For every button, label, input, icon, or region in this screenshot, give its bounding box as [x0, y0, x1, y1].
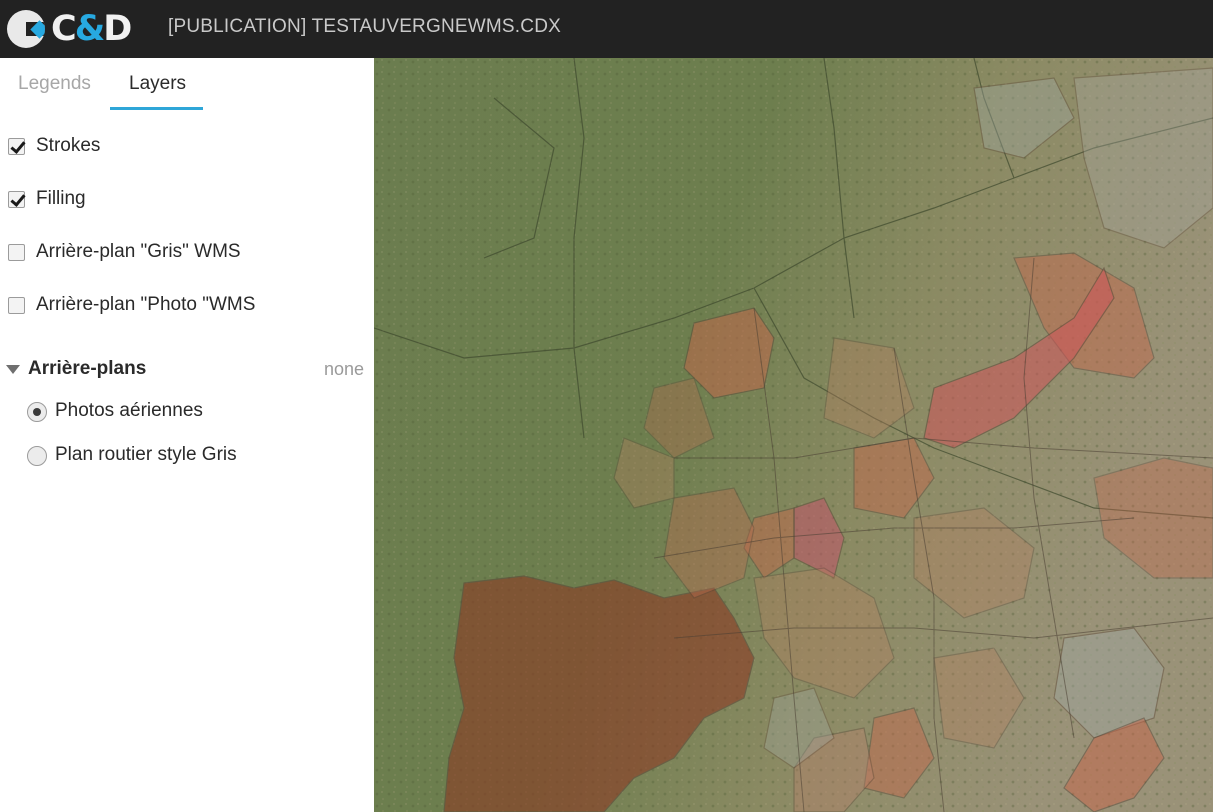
background-option-photos[interactable]: Photos aériennes — [0, 398, 374, 428]
panel-tabs: Legends Layers — [0, 58, 374, 112]
map-canvas[interactable] — [374, 58, 1213, 812]
layer-row-gris-wms[interactable]: Arrière-plan "Gris" WMS — [0, 239, 374, 269]
logo-disc-icon — [7, 10, 45, 48]
tab-layers[interactable]: Layers — [129, 73, 186, 95]
backgrounds-group-value: none — [323, 359, 364, 379]
backgrounds-group-label: Arrière-plans — [28, 358, 147, 379]
filling-checkbox[interactable] — [8, 191, 25, 208]
active-tab-indicator — [110, 107, 203, 110]
publication-title: [PUBLICATION] TESTAUVERGNEWMS.CDX — [168, 16, 561, 37]
backgrounds-group-header[interactable]: Arrière-plans none — [0, 356, 374, 384]
gris-wms-checkbox[interactable] — [8, 244, 25, 261]
background-option-label: Plan routier style Gris — [55, 444, 237, 465]
gris-radio[interactable] — [27, 446, 47, 466]
layer-row-strokes[interactable]: Strokes — [0, 133, 374, 163]
layer-row-photo-wms[interactable]: Arrière-plan "Photo "WMS — [0, 292, 374, 322]
layer-label: Strokes — [36, 135, 101, 156]
layer-label: Arrière-plan "Gris" WMS — [36, 241, 241, 262]
layer-label: Arrière-plan "Photo "WMS — [36, 294, 256, 315]
strokes-checkbox[interactable] — [8, 138, 25, 155]
photo-wms-checkbox[interactable] — [8, 297, 25, 314]
map-svg — [374, 58, 1213, 812]
photos-radio[interactable] — [27, 402, 47, 422]
layer-row-filling[interactable]: Filling — [0, 186, 374, 216]
background-option-gris[interactable]: Plan routier style Gris — [0, 442, 374, 472]
tab-legends[interactable]: Legends — [18, 73, 91, 95]
logo-wordmark: C&D — [51, 9, 132, 49]
expand-triangle-icon[interactable] — [6, 365, 20, 374]
top-bar: C&D [PUBLICATION] TESTAUVERGNEWMS.CDX — [0, 0, 1213, 58]
layer-label: Filling — [36, 188, 86, 209]
app-logo[interactable]: C&D — [7, 9, 137, 49]
background-option-label: Photos aériennes — [55, 400, 203, 421]
side-panel: Legends Layers Strokes Filling Arrière-p… — [0, 58, 374, 812]
